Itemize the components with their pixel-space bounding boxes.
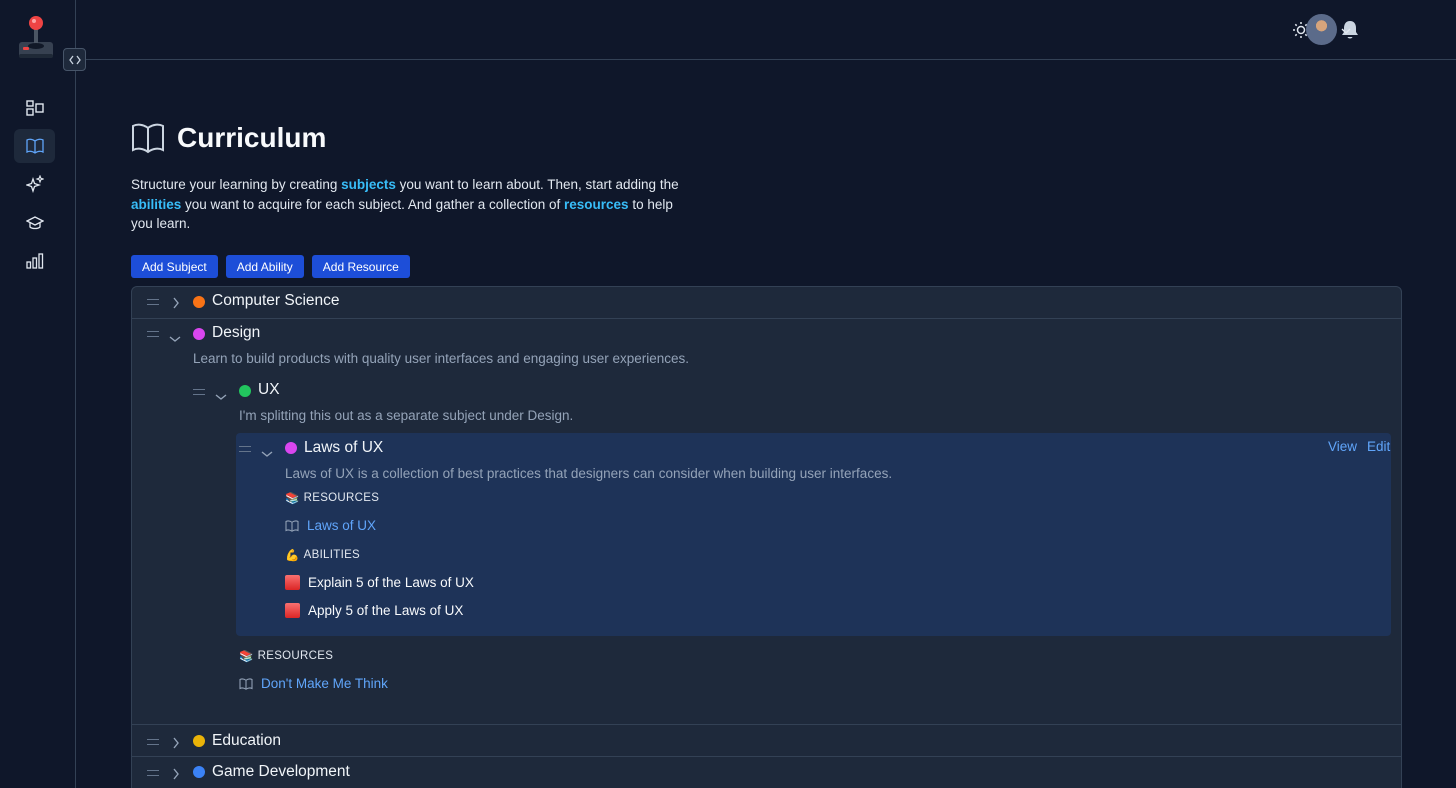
sparkles-icon: [25, 175, 44, 193]
dashboard-icon: [25, 100, 44, 116]
subject-color-dot: [285, 442, 297, 454]
books-icon: 📚: [285, 493, 300, 505]
add-resource-button[interactable]: Add Resource: [311, 255, 410, 278]
subjects-link[interactable]: subjects: [341, 177, 396, 192]
subject-color-dot: [193, 735, 205, 747]
subject-description: Learn to build products with quality use…: [193, 351, 690, 366]
subject-name[interactable]: Design: [212, 324, 260, 342]
divider: [132, 756, 1401, 757]
intro-text: you want to acquire for each subject. An…: [181, 196, 565, 212]
sidebar: [0, 0, 86, 788]
chevron-down-icon[interactable]: [261, 445, 273, 463]
nav-ai[interactable]: [14, 167, 55, 201]
chevron-down-icon[interactable]: [169, 330, 181, 348]
page-header: Curriculum: [131, 122, 326, 154]
drag-handle-icon[interactable]: [147, 299, 159, 305]
nav-stats[interactable]: [14, 244, 55, 278]
book-icon: [239, 677, 253, 690]
drag-handle-icon[interactable]: [147, 770, 159, 776]
top-bar: [76, 0, 1456, 60]
nav-curriculum[interactable]: [14, 129, 55, 163]
code-brackets-icon: [68, 55, 81, 64]
chevron-down-icon[interactable]: [215, 388, 227, 406]
books-icon: 📚: [239, 651, 254, 663]
curriculum-tree: Computer Science Design Learn to build p…: [131, 286, 1402, 788]
section-label: RESOURCES: [303, 492, 380, 504]
resources-heading: 📚 RESOURCES: [285, 491, 379, 505]
subject-description: I'm splitting this out as a separate sub…: [239, 408, 574, 423]
ability-title[interactable]: Apply 5 of the Laws of UX: [308, 603, 463, 618]
ability-item[interactable]: Apply 5 of the Laws of UX: [285, 603, 463, 618]
resource-link[interactable]: Laws of UX: [285, 518, 376, 533]
book-icon: [285, 519, 299, 532]
resource-title[interactable]: Laws of UX: [307, 518, 376, 533]
resources-heading: 📚 RESOURCES: [239, 649, 333, 663]
section-label: ABILITIES: [303, 549, 361, 561]
user-avatar[interactable]: [1306, 14, 1337, 45]
flexed-arm-icon: 💪: [285, 550, 300, 562]
chevron-down-icon[interactable]: [1341, 22, 1351, 40]
subject-description: Laws of UX is a collection of best pract…: [285, 466, 893, 481]
edit-link[interactable]: Edit: [1367, 439, 1390, 454]
subject-color-dot: [193, 766, 205, 778]
ability-title[interactable]: Explain 5 of the Laws of UX: [308, 575, 474, 590]
intro-text: you want to learn about. Then, start add…: [395, 177, 679, 192]
page-title: Curriculum: [177, 122, 327, 153]
intro-text: Structure your learning by creating: [131, 177, 342, 192]
action-buttons: Add Subject Add Ability Add Resource: [131, 255, 410, 278]
red-square-icon: [285, 575, 300, 590]
page-intro: Structure your learning by creating subj…: [131, 175, 691, 234]
chevron-right-icon[interactable]: [172, 296, 180, 314]
resource-title[interactable]: Don't Make Me Think: [261, 676, 388, 691]
graduation-cap-icon: [25, 216, 44, 230]
drag-handle-icon[interactable]: [147, 331, 159, 337]
subject-color-dot: [193, 296, 205, 308]
drag-handle-icon[interactable]: [193, 389, 205, 395]
add-ability-button[interactable]: Add Ability: [225, 255, 304, 278]
drag-handle-icon[interactable]: [239, 446, 251, 452]
resources-link[interactable]: resources: [564, 197, 629, 212]
subject-name[interactable]: Laws of UX: [304, 439, 383, 457]
subject-color-dot: [193, 328, 205, 340]
nav-learning[interactable]: [14, 206, 55, 240]
chevron-right-icon[interactable]: [172, 736, 180, 754]
divider: [132, 724, 1401, 725]
collapse-sidebar-button[interactable]: [63, 48, 86, 71]
subject-name[interactable]: Computer Science: [212, 292, 340, 310]
bar-chart-icon: [25, 253, 43, 269]
book-icon: [132, 123, 164, 154]
book-icon: [25, 138, 44, 154]
abilities-heading: 💪 ABILITIES: [285, 548, 360, 562]
divider: [132, 318, 1401, 319]
view-link[interactable]: View: [1328, 439, 1357, 454]
red-square-icon: [285, 603, 300, 618]
abilities-link[interactable]: abilities: [131, 197, 181, 212]
chevron-right-icon[interactable]: [172, 767, 180, 785]
subject-name[interactable]: Game Development: [212, 763, 350, 781]
resource-link[interactable]: Don't Make Me Think: [239, 676, 388, 691]
subject-name[interactable]: UX: [258, 381, 280, 399]
add-subject-button[interactable]: Add Subject: [131, 255, 218, 278]
joystick-logo-icon[interactable]: [17, 14, 55, 62]
nav-dashboard[interactable]: [14, 91, 55, 125]
drag-handle-icon[interactable]: [147, 739, 159, 745]
subject-color-dot: [239, 385, 251, 397]
subject-name[interactable]: Education: [212, 732, 281, 750]
ability-item[interactable]: Explain 5 of the Laws of UX: [285, 575, 474, 590]
section-label: RESOURCES: [257, 650, 334, 662]
